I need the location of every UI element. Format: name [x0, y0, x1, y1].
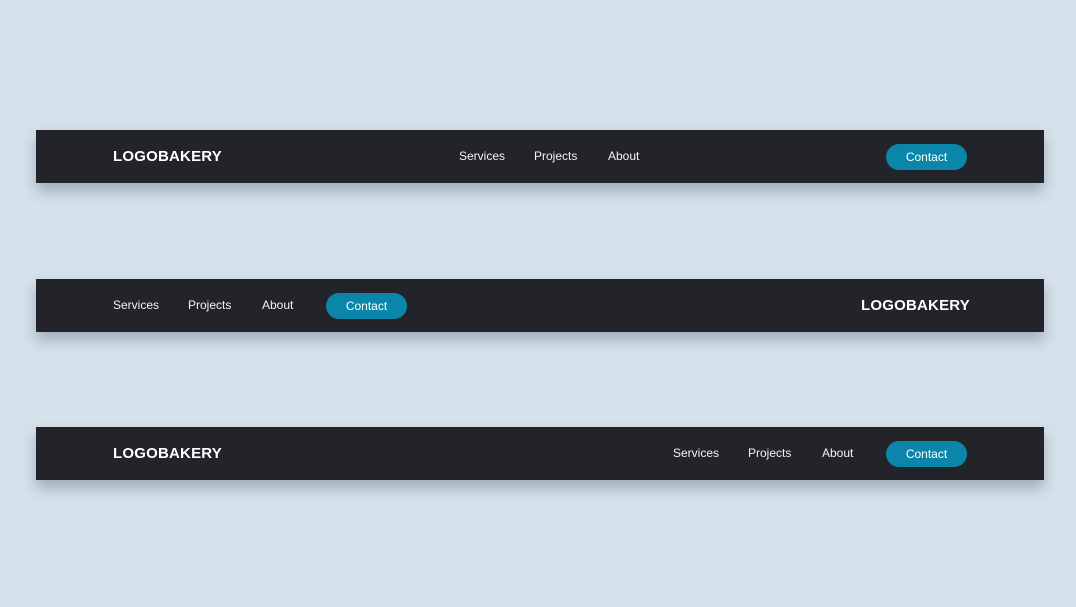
nav-link-projects[interactable]: Projects: [534, 130, 577, 183]
nav-link-services[interactable]: Services: [673, 427, 719, 480]
nav-link-about[interactable]: About: [608, 130, 639, 183]
nav-link-projects[interactable]: Projects: [748, 427, 791, 480]
logo[interactable]: LOGOBAKERY: [113, 427, 222, 480]
contact-button[interactable]: Contact: [886, 441, 967, 467]
logo[interactable]: LOGOBAKERY: [861, 279, 970, 332]
nav-link-about[interactable]: About: [262, 279, 293, 332]
nav-link-services[interactable]: Services: [459, 130, 505, 183]
navbar-links-left-logo-right: Services Projects About Contact LOGOBAKE…: [36, 279, 1044, 332]
contact-button[interactable]: Contact: [326, 293, 407, 319]
nav-link-services[interactable]: Services: [113, 279, 159, 332]
navbar-logo-left-links-right: LOGOBAKERY Services Projects About Conta…: [36, 427, 1044, 480]
logo[interactable]: LOGOBAKERY: [113, 130, 222, 183]
contact-button[interactable]: Contact: [886, 144, 967, 170]
nav-link-about[interactable]: About: [822, 427, 853, 480]
nav-link-projects[interactable]: Projects: [188, 279, 231, 332]
navbar-logo-left-links-center: LOGOBAKERY Services Projects About Conta…: [36, 130, 1044, 183]
